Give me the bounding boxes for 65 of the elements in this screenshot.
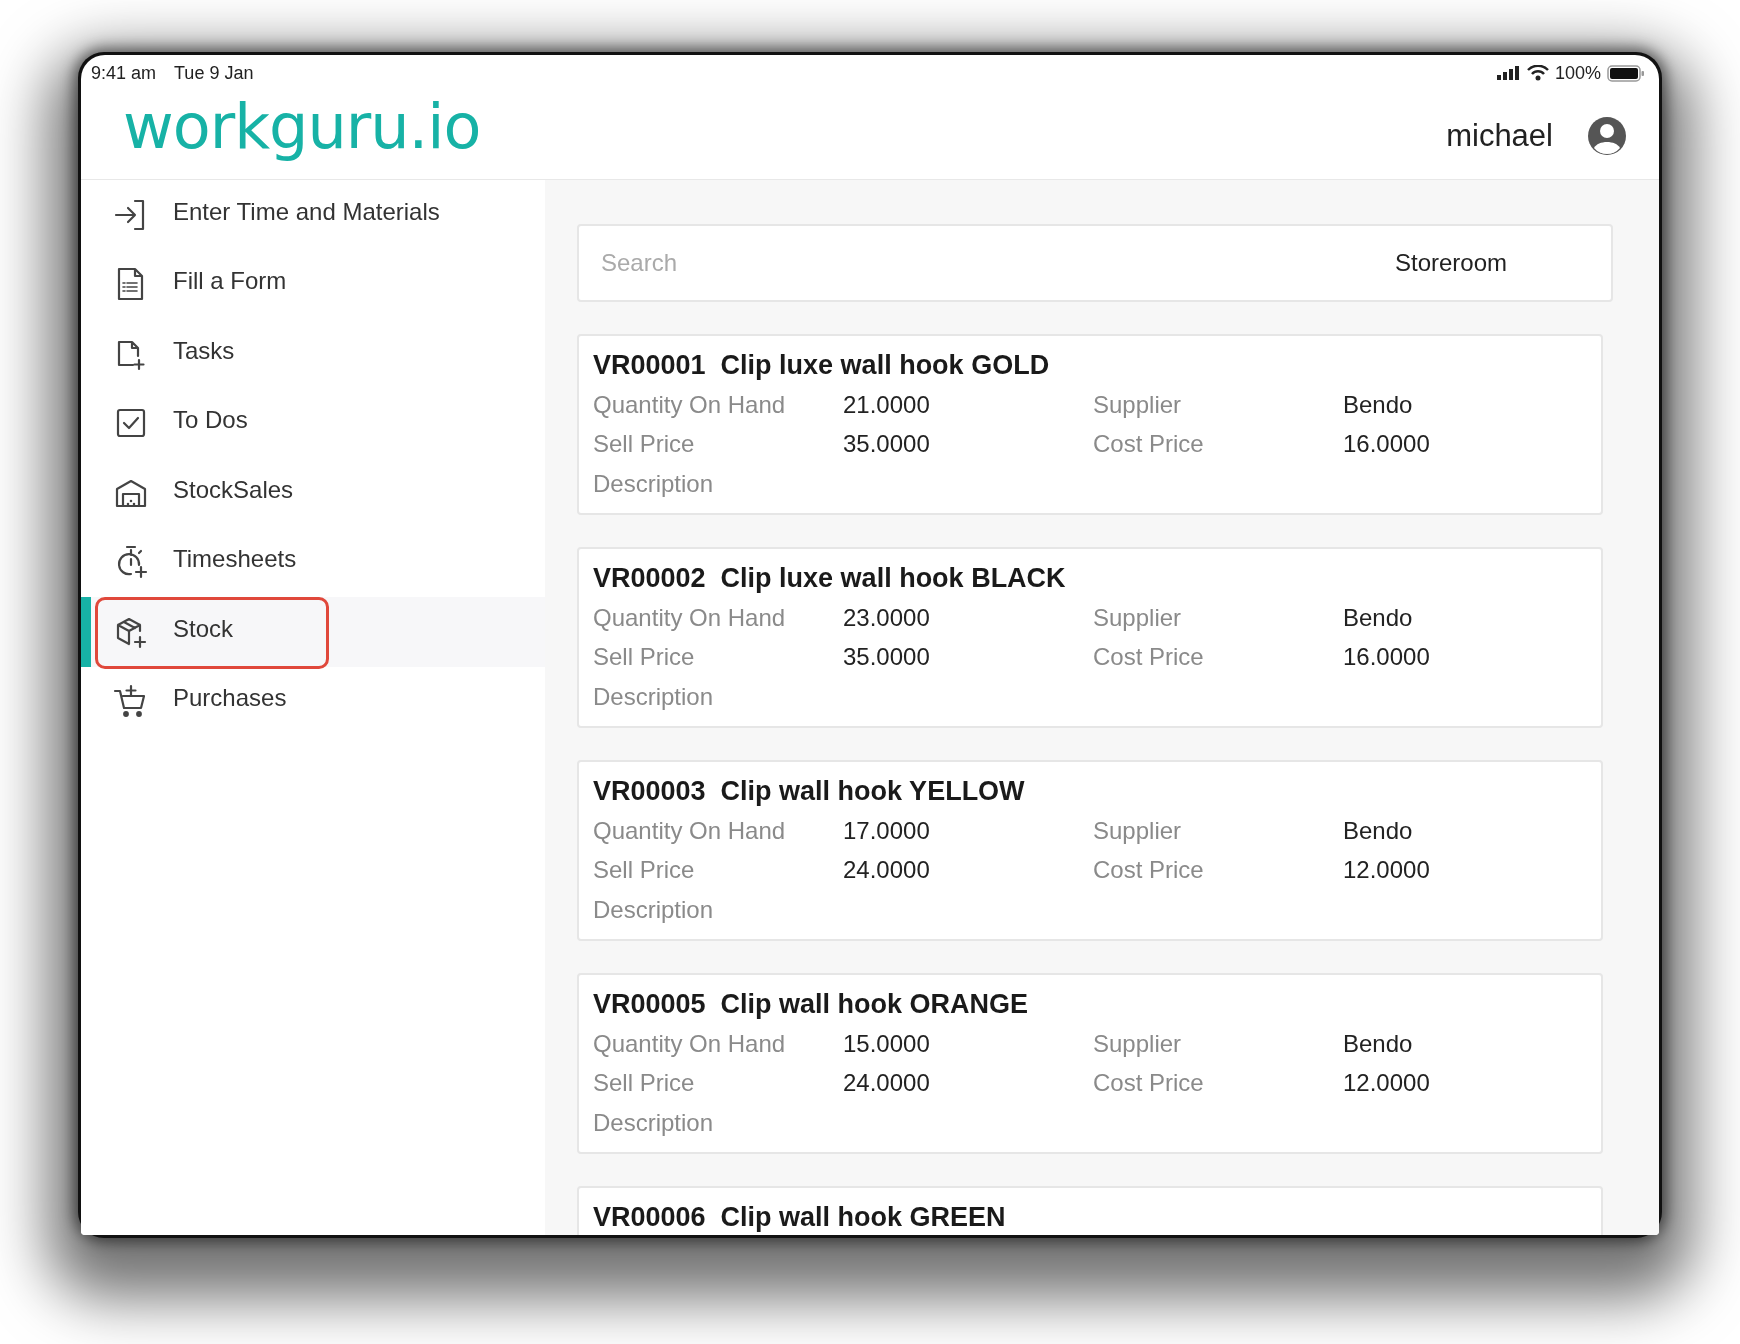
sidebar-item[interactable]: To Dos <box>81 388 545 458</box>
status-date: Tue 9 Jan <box>174 62 254 84</box>
field-label: Description <box>593 1108 715 1137</box>
field-label: Sell Price <box>593 643 696 672</box>
field-label: Description <box>593 895 715 924</box>
item-title: VR00001 Clip luxe wall hook GOLD <box>593 350 1051 381</box>
field-label: Sell Price <box>593 1069 696 1098</box>
stock-card[interactable]: VR00006 Clip wall hook GREEN <box>577 1186 1603 1235</box>
field-value: 35.0000 <box>843 430 931 459</box>
field-value: 17.0000 <box>843 816 931 845</box>
field-label: Cost Price <box>1093 1069 1205 1098</box>
field-label: Description <box>593 469 715 498</box>
stock-card[interactable]: VR00001 Clip luxe wall hook GOLD Quantity On Hand 21.0000 Supplier Bendo Sell Price 35.0000 Cost Price 16.0000 Description <box>577 334 1603 515</box>
field-value: 35.0000 <box>843 643 931 672</box>
field-label: Quantity On Hand <box>593 816 787 845</box>
field-value: 15.0000 <box>843 1029 931 1058</box>
field-value: 16.0000 <box>1343 430 1431 459</box>
field-label: Description <box>593 682 715 711</box>
field-label: Quantity On Hand <box>593 1029 787 1058</box>
sidebar-item[interactable]: Stock <box>81 597 545 667</box>
battery-icon <box>1607 64 1645 82</box>
field-label: Supplier <box>1093 603 1183 632</box>
field-value: 12.0000 <box>1343 856 1431 885</box>
field-label: Quantity On Hand <box>593 390 787 419</box>
sidebar-item[interactable]: Timesheets <box>81 527 545 597</box>
stock-card[interactable]: VR00002 Clip luxe wall hook BLACK Quantity On Hand 23.0000 Supplier Bendo Sell Price 35.0000 Cost Price 16.0000 Description <box>577 547 1603 728</box>
wifi-icon <box>1526 65 1549 81</box>
user-avatar-icon[interactable] <box>1587 116 1627 156</box>
field-value: Bendo <box>1343 816 1414 845</box>
item-title: VR00002 Clip luxe wall hook BLACK <box>593 563 1067 594</box>
field-label: Sell Price <box>593 856 696 885</box>
field-value: Bendo <box>1343 390 1414 419</box>
field-value: Bendo <box>1343 1029 1414 1058</box>
field-value: 24.0000 <box>843 856 931 885</box>
field-label: Supplier <box>1093 1029 1183 1058</box>
field-value: Bendo <box>1343 603 1414 632</box>
stock-card[interactable]: VR00003 Clip wall hook YELLOW Quantity On Hand 17.0000 Supplier Bendo Sell Price 24.0000 Cost Price 12.0000 Description <box>577 760 1603 941</box>
stock-card[interactable]: VR00005 Clip wall hook ORANGE Quantity On Hand 15.0000 Supplier Bendo Sell Price 24.0000 Cost Price 12.0000 Description <box>577 973 1603 1154</box>
sidebar-item[interactable]: Fill a Form <box>81 249 545 319</box>
field-label: Sell Price <box>593 430 696 459</box>
search-field[interactable]: Search Storeroom <box>577 224 1613 302</box>
battery-percent: 100% <box>1554 62 1601 84</box>
sidebar-item[interactable]: Purchases <box>81 666 545 736</box>
field-label: Supplier <box>1093 390 1183 419</box>
field-label: Cost Price <box>1093 856 1205 885</box>
item-title: VR00005 Clip wall hook ORANGE <box>593 989 1030 1020</box>
item-title: VR00003 Clip wall hook YELLOW <box>593 776 1026 807</box>
user-name: michael <box>1446 118 1553 154</box>
field-value: 12.0000 <box>1343 1069 1431 1098</box>
status-time: 9:41 am <box>91 62 157 84</box>
location-selector[interactable]: Storeroom <box>1394 249 1507 277</box>
field-value: 21.0000 <box>843 390 931 419</box>
field-value: 16.0000 <box>1343 643 1431 672</box>
field-label: Cost Price <box>1093 430 1205 459</box>
field-label: Quantity On Hand <box>593 603 787 632</box>
sidebar-item[interactable]: Enter Time and Materials <box>81 180 545 250</box>
field-value: 23.0000 <box>843 603 931 632</box>
signal-icon <box>1496 66 1521 80</box>
item-title: VR00006 Clip wall hook GREEN <box>593 1202 1007 1233</box>
field-value: 24.0000 <box>843 1069 931 1098</box>
field-label: Cost Price <box>1093 643 1205 672</box>
logo: workguru.io <box>123 89 481 163</box>
sidebar-item[interactable]: StockSales <box>81 458 545 528</box>
sidebar-item[interactable]: Tasks <box>81 319 545 389</box>
field-label: Supplier <box>1093 816 1183 845</box>
